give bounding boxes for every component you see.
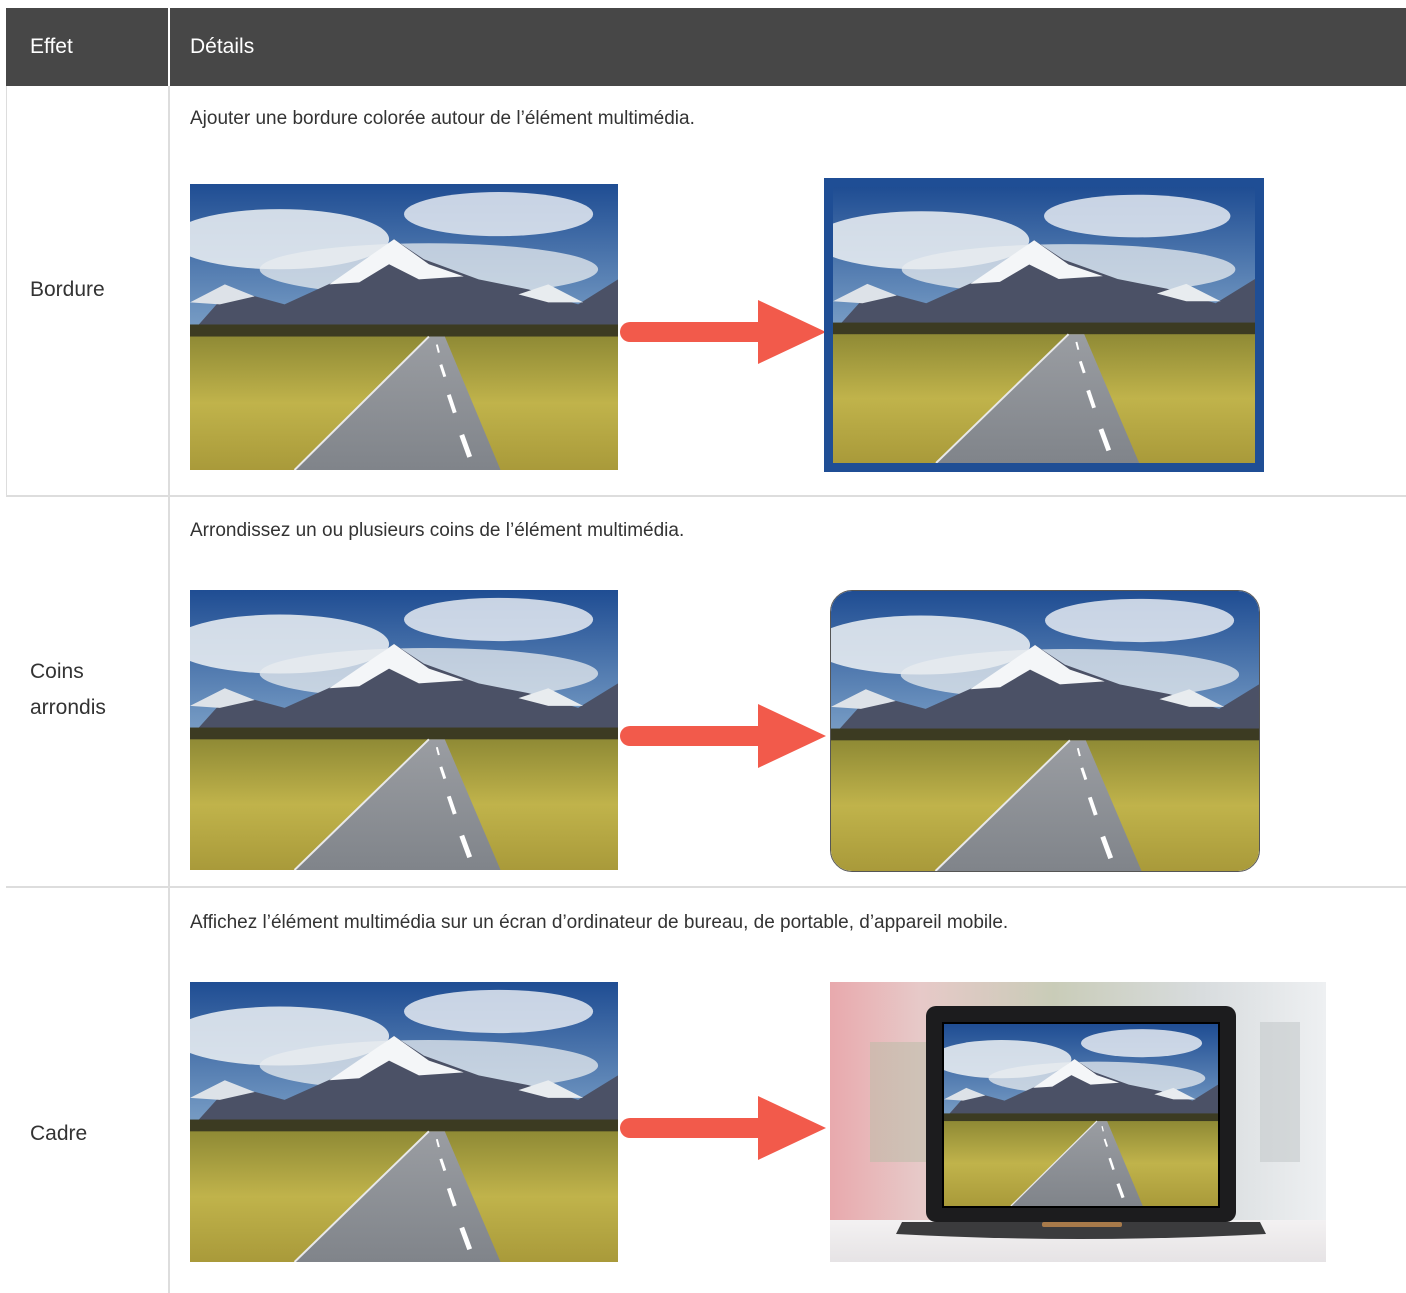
mountain-road-photo — [831, 591, 1259, 871]
column-divider — [168, 86, 170, 1293]
effect-name: Coins arrondis — [30, 654, 106, 726]
header-effect: Effet — [30, 35, 73, 58]
effect-name: Cadre — [30, 1122, 88, 1145]
after-image-bordered — [824, 178, 1264, 472]
after-image-rounded — [830, 590, 1260, 872]
before-image — [190, 590, 618, 870]
before-image — [190, 184, 618, 470]
header-details: Détails — [190, 35, 255, 58]
mountain-road-photo — [190, 982, 618, 1262]
effect-name-line1: Coins — [30, 660, 84, 683]
effects-table: Effet Détails Bordure Ajouter une bordur… — [6, 8, 1406, 1293]
row-divider — [6, 495, 1406, 497]
right-arrow-icon — [618, 1092, 828, 1162]
table-header: Effet Détails — [6, 8, 1406, 86]
right-arrow-icon — [618, 700, 828, 770]
laptop-scene — [830, 982, 1326, 1262]
effect-description: Arrondissez un ou plusieurs coins de l’é… — [190, 520, 685, 541]
laptop-frame-photo — [830, 982, 1326, 1262]
before-image — [190, 982, 618, 1262]
effect-name: Bordure — [30, 278, 105, 301]
effect-description: Affichez l’élément multimédia sur un écr… — [190, 912, 1009, 933]
row-divider — [6, 886, 1406, 888]
header-separator — [168, 8, 170, 86]
mountain-road-photo — [190, 590, 618, 870]
mountain-road-photo — [833, 187, 1255, 463]
right-arrow-icon — [618, 296, 828, 366]
effect-description: Ajouter une bordure colorée autour de l’… — [190, 108, 695, 129]
mountain-road-photo — [190, 184, 618, 470]
left-border — [6, 86, 7, 496]
effect-name-line2: arrondis — [30, 696, 106, 719]
